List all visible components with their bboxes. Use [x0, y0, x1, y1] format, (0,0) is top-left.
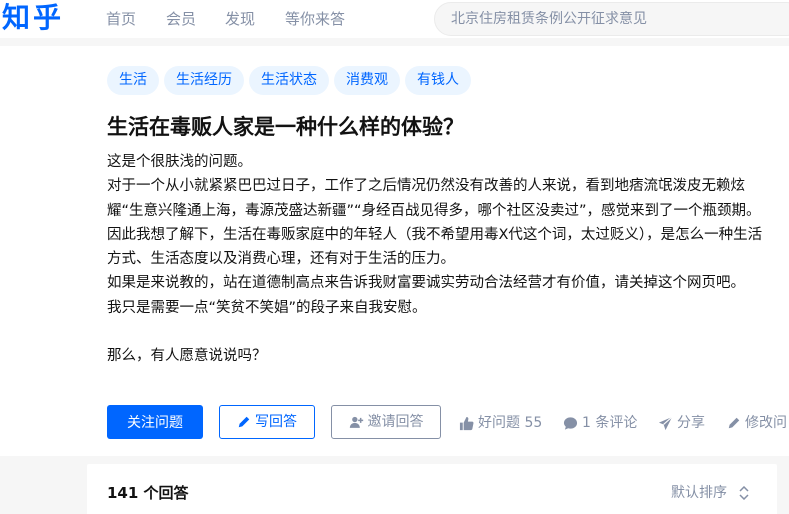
detail-paragraph: 我只是需要一点“笑贫不笑娼”的段子来自我安慰。 [107, 299, 427, 316]
detail-paragraph: 对于一个从小就紧紧巴巴过日子，工作了之后情况仍然没有改善的人来说，看到地痞流氓泼… [107, 178, 761, 219]
topic-tag[interactable]: 生活经历 [164, 66, 244, 95]
nav-waiting-answers[interactable]: 等你来答 [285, 10, 345, 28]
sort-label: 默认排序 [671, 485, 727, 501]
top-header: 知乎 首页 会员 发现 等你来答 [0, 0, 789, 38]
topic-tag[interactable]: 有钱人 [405, 66, 471, 95]
question-header: 生活 生活经历 生活状态 消费观 有钱人 生活在毒贩人家是一种什么样的体验？ 这… [0, 46, 789, 456]
nav-membership[interactable]: 会员 [166, 10, 196, 28]
search-box [434, 2, 789, 36]
good-question-label: 好问题 55 [478, 415, 543, 431]
share-label: 分享 [677, 415, 705, 431]
nav-discover[interactable]: 发现 [225, 10, 255, 28]
sort-selector[interactable]: 默认排序 [671, 482, 749, 502]
edit-question-button[interactable]: 修改问 [727, 414, 787, 432]
nav-home[interactable]: 首页 [106, 10, 136, 28]
sort-updown-icon [739, 486, 749, 500]
detail-paragraph: 因此我想了解下，生活在毒贩家庭中的年轻人（我不希望用毒X代这个词，太过贬义），是… [107, 226, 763, 268]
write-answer-button[interactable]: 写回答 [219, 405, 315, 439]
share-button[interactable]: 分享 [658, 414, 705, 432]
comments-button[interactable]: 1 条评论 [563, 414, 637, 432]
detail-paragraph: 如果是来说教的，站在道德制高点来告诉我财富要诚实劳动合法经营才有价值，请关掉这个… [107, 275, 745, 292]
detail-paragraph [107, 320, 769, 344]
question-title: 生活在毒贩人家是一种什么样的体验？ [107, 115, 464, 139]
detail-paragraph: 那么，有人愿意说说吗？ [107, 348, 267, 365]
pencil-icon [727, 416, 741, 430]
answers-panel: 141 个回答 默认排序 [87, 464, 777, 514]
follow-question-button[interactable]: 关注问题 [107, 405, 203, 439]
thumbs-up-icon [459, 416, 474, 431]
topic-tag[interactable]: 生活状态 [249, 66, 329, 95]
comment-icon [563, 416, 578, 431]
add-user-icon [349, 415, 364, 429]
pencil-icon [237, 415, 251, 429]
answer-count: 141 个回答 [107, 484, 189, 502]
invite-answer-button[interactable]: 邀请回答 [331, 405, 441, 439]
topic-tag[interactable]: 生活 [107, 66, 159, 95]
good-question-button[interactable]: 好问题 55 [459, 414, 542, 432]
topic-tag[interactable]: 消费观 [334, 66, 400, 95]
edit-question-label: 修改问 [745, 415, 787, 431]
comments-label: 1 条评论 [582, 415, 638, 431]
zhihu-logo[interactable]: 知乎 [2, 1, 64, 35]
write-answer-label: 写回答 [255, 414, 297, 430]
question-detail: 这是个很肤浅的问题。 对于一个从小就紧紧巴巴过日子，工作了之后情况仍然没有改善的… [107, 150, 769, 369]
search-input[interactable] [451, 11, 789, 27]
share-icon [658, 416, 673, 431]
detail-paragraph: 这是个很肤浅的问题。 [107, 154, 252, 170]
invite-answer-label: 邀请回答 [367, 414, 424, 430]
